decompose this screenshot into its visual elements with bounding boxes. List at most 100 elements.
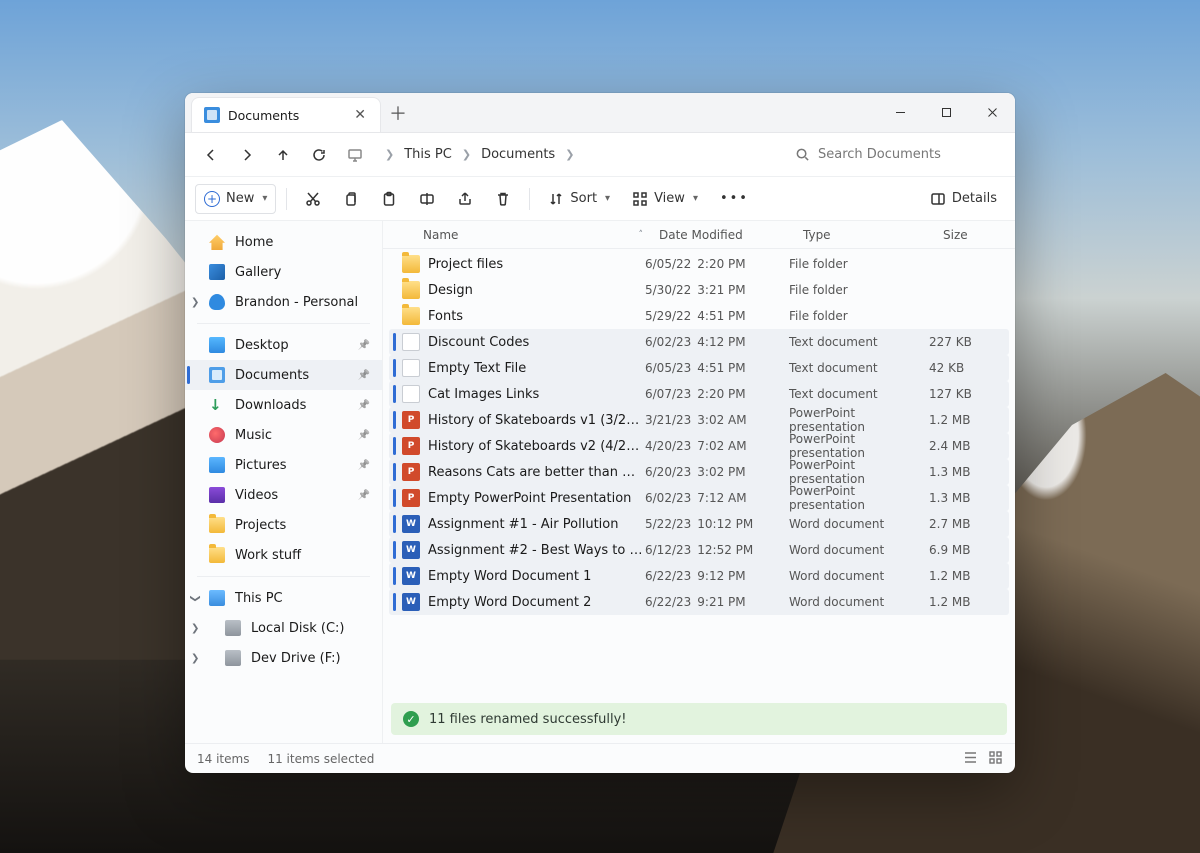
nav-sidebar[interactable]: HomeGallery❯Brandon - PersonalDesktop📌Do…: [185, 221, 383, 743]
new-button[interactable]: + New ▾: [195, 184, 276, 214]
share-button[interactable]: [449, 184, 481, 214]
col-type-label: Type: [803, 228, 831, 242]
sidebar-item-documents[interactable]: Documents📌: [185, 360, 382, 390]
file-list[interactable]: Project files6/05/222:20 PMFile folderDe…: [383, 249, 1015, 697]
file-row[interactable]: WAssignment #2 - Best Ways to Evade Taxe…: [389, 537, 1009, 563]
breadcrumb[interactable]: ❯ This PC ❯ Documents ❯: [375, 143, 781, 166]
sidebar-item-work-stuff[interactable]: Work stuff: [185, 540, 382, 570]
sidebar-item-gallery[interactable]: Gallery: [185, 257, 382, 287]
maximize-button[interactable]: [923, 93, 969, 132]
delete-button[interactable]: [487, 184, 519, 214]
file-size: 127 KB: [929, 387, 1009, 401]
sidebar-item-dev-drive-f-[interactable]: ❯Dev Drive (F:): [185, 643, 382, 673]
minimize-button[interactable]: [877, 93, 923, 132]
check-circle-icon: ✓: [403, 711, 419, 727]
selection-indicator: [393, 515, 396, 533]
close-button[interactable]: [969, 93, 1015, 132]
file-name: Cat Images Links: [428, 387, 645, 402]
crumb-this-pc[interactable]: This PC: [402, 143, 454, 166]
sidebar-item-local-disk-c-[interactable]: ❯ Local Disk (C:): [185, 613, 382, 643]
view-button[interactable]: View ▾: [624, 184, 706, 214]
more-button[interactable]: •••: [712, 184, 757, 214]
sidebar-item-pictures[interactable]: Pictures📌: [185, 450, 382, 480]
cloud-icon: [209, 294, 225, 310]
file-row[interactable]: WAssignment #1 - Air Pollution5/22/2310:…: [389, 511, 1009, 537]
list-view-button[interactable]: [963, 750, 978, 768]
tab-documents[interactable]: Documents ✕: [191, 97, 381, 132]
forward-button[interactable]: [231, 139, 263, 171]
expander-icon[interactable]: ❯: [191, 653, 199, 664]
grid-view-button[interactable]: [988, 750, 1003, 768]
file-size: 1.3 MB: [929, 465, 1009, 479]
new-tab-button[interactable]: ＋: [381, 93, 415, 132]
file-row[interactable]: PEmpty PowerPoint Presentation6/02/237:1…: [389, 485, 1009, 511]
file-row[interactable]: Design5/30/223:21 PMFile folder: [389, 277, 1009, 303]
file-size: 1.2 MB: [929, 413, 1009, 427]
file-size: 6.9 MB: [929, 543, 1009, 557]
expander-icon[interactable]: ❯: [190, 594, 201, 602]
refresh-button[interactable]: [303, 139, 335, 171]
file-type: File folder: [789, 283, 929, 297]
file-row[interactable]: Fonts5/29/224:51 PMFile folder: [389, 303, 1009, 329]
sidebar-item-label: Local Disk (C:): [251, 621, 344, 636]
expander-icon[interactable]: ❯: [191, 297, 199, 308]
sidebar-item-projects[interactable]: Projects: [185, 510, 382, 540]
file-row[interactable]: PReasons Cats are better than Dogs6/20/2…: [389, 459, 1009, 485]
file-name: Empty Text File: [428, 361, 645, 376]
file-row[interactable]: WEmpty Word Document 26/22/239:21 PMWord…: [389, 589, 1009, 615]
file-row[interactable]: WEmpty Word Document 16/22/239:12 PMWord…: [389, 563, 1009, 589]
sidebar-item-desktop[interactable]: Desktop📌: [185, 330, 382, 360]
search-box[interactable]: Search Documents: [785, 140, 1005, 170]
file-row[interactable]: Project files6/05/222:20 PMFile folder: [389, 251, 1009, 277]
sidebar-item-label: Pictures: [235, 458, 286, 473]
sidebar-item-videos[interactable]: Videos📌: [185, 480, 382, 510]
tab-close-button[interactable]: ✕: [352, 106, 368, 124]
file-row[interactable]: Discount Codes6/02/234:12 PMText documen…: [389, 329, 1009, 355]
cut-button[interactable]: [297, 184, 329, 214]
new-label: New: [226, 191, 254, 206]
column-headers[interactable]: Name ˄ Date Modified Type Size: [383, 221, 1015, 249]
titlebar[interactable]: Documents ✕ ＋: [185, 93, 1015, 133]
paste-button[interactable]: [373, 184, 405, 214]
sidebar-item-home[interactable]: Home: [185, 227, 382, 257]
sidebar-item-label: Home: [235, 235, 273, 250]
file-date: 6/20/233:02 PM: [645, 465, 789, 479]
back-button[interactable]: [195, 139, 227, 171]
file-type: PowerPoint presentation: [789, 458, 929, 486]
selection-indicator: [393, 359, 396, 377]
details-icon: [930, 191, 946, 207]
sidebar-item-downloads[interactable]: Downloads📌: [185, 390, 382, 420]
sidebar-item-label: Brandon - Personal: [235, 295, 358, 310]
expander-icon[interactable]: ❯: [191, 623, 199, 634]
col-date[interactable]: Date Modified: [651, 228, 795, 242]
search-placeholder: Search Documents: [818, 147, 941, 162]
up-button[interactable]: [267, 139, 299, 171]
file-row[interactable]: Cat Images Links6/07/232:20 PMText docum…: [389, 381, 1009, 407]
details-pane-button[interactable]: Details: [922, 184, 1005, 214]
sidebar-item-brandon-personal[interactable]: ❯ Brandon - Personal: [185, 287, 382, 317]
file-row[interactable]: PHistory of Skateboards v1 (3/21/23)3/21…: [389, 407, 1009, 433]
file-type: Text document: [789, 335, 929, 349]
crumb-documents[interactable]: Documents: [479, 143, 557, 166]
file-row[interactable]: PHistory of Skateboards v2 (4/20/23)4/20…: [389, 433, 1009, 459]
file-name: Empty PowerPoint Presentation: [428, 491, 645, 506]
col-type[interactable]: Type: [795, 228, 935, 242]
col-name[interactable]: Name ˄: [393, 228, 651, 242]
copy-button[interactable]: [335, 184, 367, 214]
sidebar-item-label: Music: [235, 428, 272, 443]
sidebar-item-label: This PC: [235, 591, 283, 606]
pin-icon: 📌: [358, 490, 370, 501]
file-date: 5/29/224:51 PM: [645, 309, 789, 323]
sidebar-item-this-pc[interactable]: ❯ This PC: [185, 583, 382, 613]
ppt-file-icon: P: [402, 463, 420, 481]
col-size[interactable]: Size: [935, 228, 1015, 242]
file-row[interactable]: Empty Text File6/05/234:51 PMText docume…: [389, 355, 1009, 381]
file-size: 2.4 MB: [929, 439, 1009, 453]
sidebar-item-music[interactable]: Music📌: [185, 420, 382, 450]
vid-icon: [209, 487, 225, 503]
file-name: Fonts: [428, 309, 645, 324]
sort-button[interactable]: Sort ▾: [540, 184, 618, 214]
ppt-file-icon: P: [402, 437, 420, 455]
status-bar: 14 items 11 items selected: [185, 743, 1015, 773]
rename-button[interactable]: [411, 184, 443, 214]
